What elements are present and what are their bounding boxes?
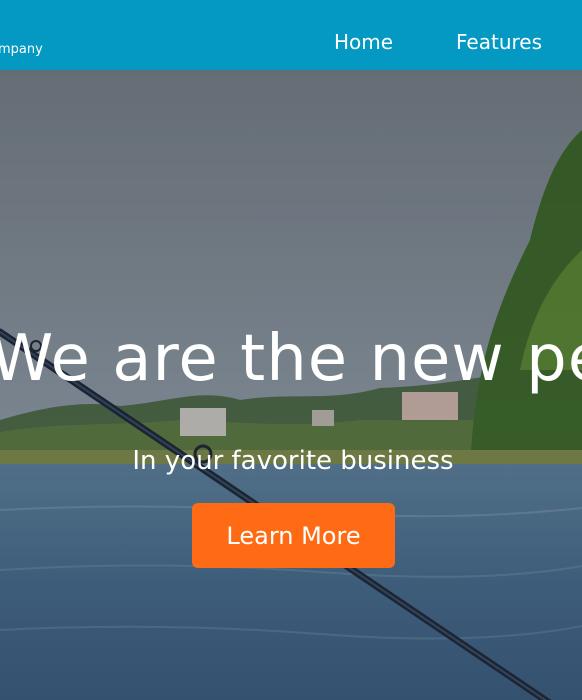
nav-link-home[interactable]: Home <box>334 29 393 55</box>
hero-section: We are the new pea In your favorite busi… <box>0 70 582 700</box>
nav-link-features[interactable]: Features <box>456 29 542 55</box>
top-navbar: mpany Home Features <box>0 0 582 70</box>
hero-subtitle: In your favorite business <box>132 446 454 476</box>
learn-more-button[interactable]: Learn More <box>192 503 395 568</box>
brand-logo-text[interactable]: mpany <box>0 42 43 58</box>
hero-title: We are the new pea <box>0 322 582 396</box>
